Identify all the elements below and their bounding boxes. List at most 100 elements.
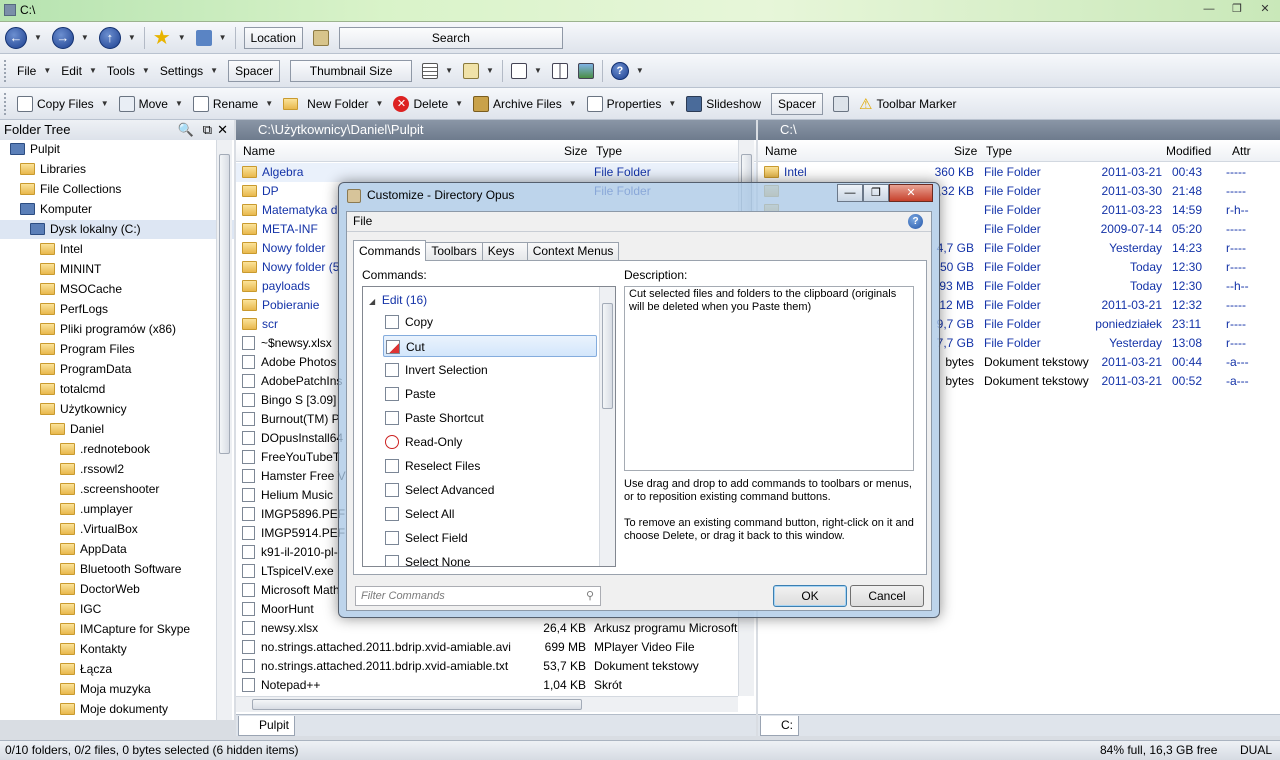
- left-col-size[interactable]: Size: [564, 144, 587, 158]
- spacer-button-2[interactable]: Spacer: [770, 92, 824, 115]
- tab-commands[interactable]: Commands: [353, 240, 427, 261]
- tree-item[interactable]: .rssowl2: [0, 460, 234, 479]
- spacer-button[interactable]: Spacer: [228, 59, 281, 82]
- tree-item[interactable]: File Collections: [0, 180, 234, 199]
- table-row[interactable]: newsy.xlsx 26,4 KB Arkusz programu Microso…: [236, 619, 756, 638]
- tree-item[interactable]: MSOCache: [0, 280, 234, 299]
- table-row[interactable]: no.strings.attached.2011.bdrip.xvid-amia…: [236, 657, 756, 676]
- up-button[interactable]: ↑ ▼: [94, 25, 141, 51]
- edit-button[interactable]: ▼: [458, 58, 499, 84]
- dual-panel-button[interactable]: [547, 58, 573, 84]
- tree-item[interactable]: .umplayer: [0, 500, 234, 519]
- tree-item[interactable]: IMCapture for Skype: [0, 620, 234, 639]
- command-item[interactable]: Select Field: [383, 527, 597, 549]
- tree-item[interactable]: IGC: [0, 600, 234, 619]
- command-item[interactable]: Invert Selection: [383, 359, 597, 381]
- tree-item[interactable]: MININT: [0, 260, 234, 279]
- favorites-button[interactable]: ★ ▼: [148, 25, 191, 51]
- tree-item[interactable]: Kontakty: [0, 640, 234, 659]
- back-button[interactable]: ← ▼: [0, 25, 47, 51]
- table-row[interactable]: Algebra File Folder: [236, 163, 756, 182]
- tree-item[interactable]: Intel: [0, 240, 234, 259]
- tree-item[interactable]: ProgramData: [0, 360, 234, 379]
- left-hscrollbar[interactable]: [236, 696, 738, 712]
- popout-icon[interactable]: ⧉: [203, 120, 212, 140]
- maximize-button[interactable]: ❐: [1226, 2, 1248, 18]
- menu-file[interactable]: File ▼: [12, 58, 56, 84]
- tree-item[interactable]: PerfLogs: [0, 300, 234, 319]
- tree-item[interactable]: Program Files: [0, 340, 234, 359]
- help-button[interactable]: ? ▼: [606, 58, 649, 84]
- location-button[interactable]: Location: [243, 26, 303, 49]
- ok-button[interactable]: OK: [773, 585, 847, 607]
- computer-button[interactable]: ▼: [191, 25, 232, 51]
- viewer-pane-button[interactable]: [573, 58, 599, 84]
- tree-scrollbar[interactable]: [216, 140, 232, 720]
- properties-button[interactable]: Properties ▼: [582, 91, 682, 117]
- customize-toolbar-button[interactable]: [828, 91, 854, 117]
- right-col-type[interactable]: Type: [986, 144, 1012, 158]
- commands-scrollbar[interactable]: [599, 287, 615, 566]
- menu-edit[interactable]: Edit ▼: [56, 58, 102, 84]
- minimize-button[interactable]: —: [1198, 2, 1220, 18]
- close-button[interactable]: ✕: [1254, 2, 1276, 18]
- tree-item[interactable]: Pliki programów (x86): [0, 320, 234, 339]
- left-col-type[interactable]: Type: [596, 144, 622, 158]
- forward-button[interactable]: → ▼: [47, 25, 94, 51]
- table-row[interactable]: Notepad++ 1,04 KB Skrót: [236, 676, 756, 695]
- tree-item[interactable]: AppData: [0, 540, 234, 559]
- view-mode-button[interactable]: ▼: [417, 58, 458, 84]
- right-col-attr[interactable]: Attr: [1232, 144, 1251, 158]
- table-row[interactable]: no.strings.attached.2011.bdrip.xvid-amia…: [236, 638, 756, 657]
- edit-group[interactable]: ◢ Edit (16): [369, 293, 427, 307]
- cancel-button[interactable]: Cancel: [850, 585, 924, 607]
- help-icon[interactable]: ?: [908, 214, 923, 229]
- tree-item[interactable]: Łącza: [0, 660, 234, 679]
- tab-c-drive[interactable]: C:: [760, 716, 799, 736]
- tree-item[interactable]: Moje dokumenty: [0, 700, 234, 719]
- delete-button[interactable]: ✕ Delete ▼: [388, 91, 468, 117]
- command-item[interactable]: Reselect Files: [383, 455, 597, 477]
- tree-item[interactable]: .rednotebook: [0, 440, 234, 459]
- archive-files-button[interactable]: Archive Files ▼: [468, 91, 582, 117]
- toolbar-marker-button[interactable]: ⚠ Toolbar Marker: [854, 91, 961, 117]
- tab-context-menus[interactable]: Context Menus: [526, 242, 620, 261]
- left-col-name[interactable]: Name: [243, 144, 275, 158]
- rename-button[interactable]: Rename ▼: [188, 91, 278, 117]
- right-col-modified[interactable]: Modified: [1166, 144, 1211, 158]
- tab-keys[interactable]: Keys: [481, 242, 528, 261]
- search-field[interactable]: Search: [338, 26, 563, 49]
- menu-settings[interactable]: Settings ▼: [155, 58, 223, 84]
- tree-item[interactable]: Moja muzyka: [0, 680, 234, 699]
- layout-button[interactable]: ▼: [506, 58, 547, 84]
- tree-item[interactable]: Pulpit: [0, 140, 234, 159]
- tree-item[interactable]: Daniel: [0, 420, 234, 439]
- move-button[interactable]: Move ▼: [114, 91, 188, 117]
- thumbnail-size-slider[interactable]: Thumbnail Size: [290, 59, 413, 82]
- filter-commands-input[interactable]: Filter Commands ⚲: [355, 586, 601, 606]
- menu-tools[interactable]: Tools ▼: [102, 58, 155, 84]
- right-col-size[interactable]: Size: [954, 144, 977, 158]
- command-item[interactable]: Read-Only: [383, 431, 597, 453]
- tab-pulpit[interactable]: Pulpit: [238, 716, 296, 736]
- command-item[interactable]: Paste Shortcut: [383, 407, 597, 429]
- dialog-close-button[interactable]: ✕: [889, 184, 933, 202]
- tree-item[interactable]: .screenshooter: [0, 480, 234, 499]
- dialog-minimize-button[interactable]: —: [837, 184, 863, 202]
- tree-item[interactable]: Dysk lokalny (C:): [0, 220, 234, 239]
- tree-item[interactable]: Komputer: [0, 200, 234, 219]
- tab-toolbars[interactable]: Toolbars: [425, 242, 483, 261]
- slideshow-button[interactable]: Slideshow: [681, 91, 766, 117]
- right-col-name[interactable]: Name: [765, 144, 797, 158]
- table-row[interactable]: Intel 360 KB File Folder 2011-03-21 00:43 ---…: [758, 163, 1280, 182]
- tree-item[interactable]: totalcmd: [0, 380, 234, 399]
- tree-item[interactable]: DoctorWeb: [0, 580, 234, 599]
- new-folder-button[interactable]: New Folder ▼: [278, 91, 388, 117]
- dialog-maximize-button[interactable]: ❐: [863, 184, 889, 202]
- search-icon[interactable]: 🔍: [178, 120, 194, 140]
- tree-item[interactable]: Bluetooth Software: [0, 560, 234, 579]
- location-go-button[interactable]: [308, 25, 334, 51]
- tree-item[interactable]: Libraries: [0, 160, 234, 179]
- command-item[interactable]: Cut: [383, 335, 597, 357]
- close-tree-icon[interactable]: ✕: [217, 120, 228, 140]
